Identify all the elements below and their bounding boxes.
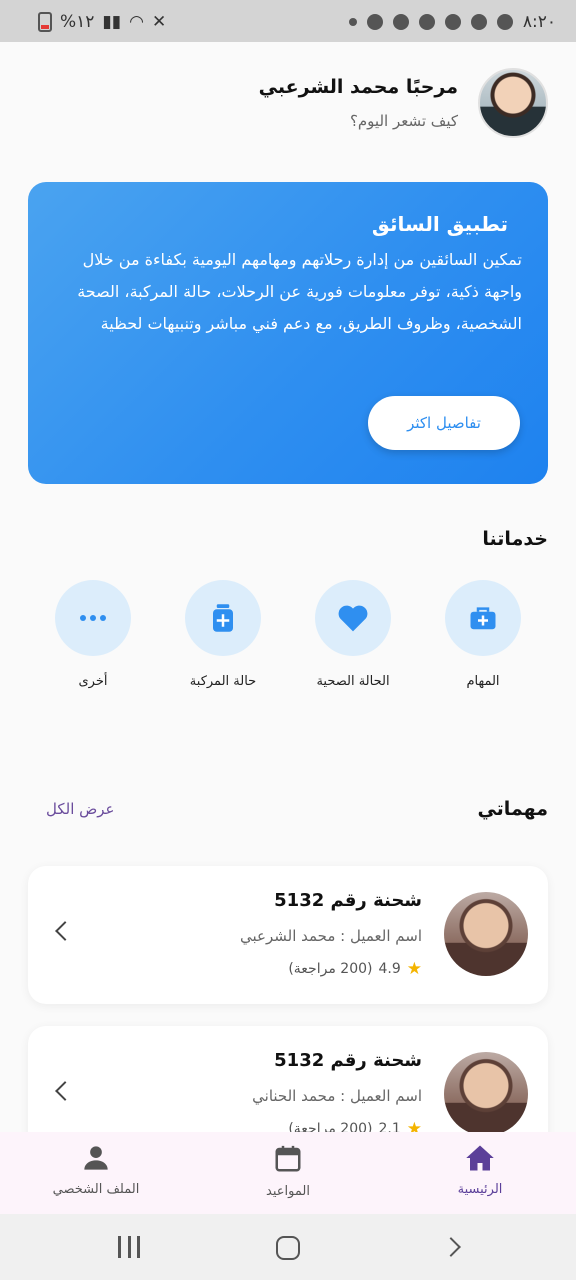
task-client: اسم العميل : محمد الحناني <box>252 1087 422 1105</box>
status-right: ٨:٢٠ <box>348 12 556 32</box>
nav-appointments-label: المواعيد <box>266 1184 310 1199</box>
notification-dot-icon <box>348 18 357 26</box>
more-details-button[interactable]: تفاصيل اكثر <box>368 396 520 450</box>
heart-icon <box>338 605 368 632</box>
service-other-circle <box>55 580 131 656</box>
status-bar: %١٢ ▮▮ ◠ ✕ ٨:٢٠ <box>0 0 576 42</box>
service-other-label: أخرى <box>78 674 108 689</box>
client-avatar <box>444 892 528 976</box>
facebook-icon <box>366 14 383 30</box>
greeting-subtitle: كيف تشعر اليوم؟ <box>349 112 458 130</box>
chevron-left-icon[interactable] <box>55 921 75 941</box>
banner-title: تطبيق السائق <box>371 212 508 236</box>
task-title: شحنة رقم 5132 <box>274 890 422 911</box>
task-card-body: شحنة رقم 5132 اسم العميل : محمد الشرعبي … <box>240 890 422 979</box>
nav-home[interactable]: الرئيسية <box>410 1144 550 1197</box>
nav-appointments[interactable]: المواعيد <box>218 1144 358 1199</box>
see-all-link[interactable]: عرض الكل <box>46 800 115 818</box>
clock: ٨:٢٠ <box>522 12 556 32</box>
service-tasks-label: المهام <box>466 674 500 689</box>
service-health-label: الحالة الصحية <box>316 674 390 689</box>
user-avatar[interactable] <box>478 68 548 138</box>
alert-icon <box>418 14 435 30</box>
nav-profile-label: الملف الشخصي <box>52 1182 140 1197</box>
greeting-title: مرحبًا محمد الشرعبي <box>258 76 458 98</box>
mute-icon: ✕ <box>151 12 167 32</box>
back-icon[interactable] <box>441 1237 461 1257</box>
task-rating: ★ 4.9 (200 مراجعة) <box>240 959 422 979</box>
task-card[interactable]: شحنة رقم 5132 اسم العميل : محمد الشرعبي … <box>28 866 548 1004</box>
nav-profile[interactable]: الملف الشخصي <box>26 1144 166 1197</box>
rating-value: 4.9 <box>378 961 401 977</box>
tasks-title: مهماتي <box>477 798 548 820</box>
wifi-icon: ◠ <box>129 12 144 32</box>
signal-icon: ▮▮ <box>102 12 122 32</box>
home-button-icon[interactable] <box>276 1236 300 1260</box>
service-vehicle-label: حالة المركبة <box>189 674 257 689</box>
task-client: اسم العميل : محمد الشرعبي <box>239 927 422 945</box>
service-health[interactable]: الحالة الصحية <box>288 580 418 689</box>
task-card-body: شحنة رقم 5132 اسم العميل : محمد الحناني … <box>252 1050 422 1139</box>
medical-kit-icon <box>213 604 233 632</box>
recent-apps-icon[interactable] <box>118 1236 140 1258</box>
calendar-icon <box>275 1145 301 1172</box>
service-vehicle-circle <box>185 580 261 656</box>
service-tasks[interactable]: المهام <box>418 580 548 689</box>
person-icon <box>84 1146 108 1170</box>
chevron-left-icon[interactable] <box>55 1081 75 1101</box>
whatsapp-icon <box>444 14 461 30</box>
rating-reviews: (200 مراجعة) <box>288 961 373 977</box>
greeting-header: مرحبًا محمد الشرعبي كيف تشعر اليوم؟ <box>259 68 548 138</box>
client-avatar <box>444 1052 528 1136</box>
service-health-circle <box>315 580 391 656</box>
status-left: %١٢ ▮▮ ◠ ✕ <box>38 12 166 32</box>
service-other[interactable]: أخرى <box>28 580 158 689</box>
banner-description: تمكين السائقين من إدارة رحلاتهم ومهامهم … <box>77 250 522 333</box>
bottom-navigation: الرئيسية المواعيد الملف الشخصي <box>0 1132 576 1214</box>
battery-icon <box>38 12 52 32</box>
star-icon: ★ <box>406 959 422 979</box>
chat-icon <box>470 14 487 30</box>
home-icon <box>466 1145 494 1171</box>
telegram-icon-2 <box>496 14 513 30</box>
service-tasks-circle <box>445 580 521 656</box>
battery-level: %١٢ <box>60 12 95 32</box>
service-vehicle[interactable]: حالة المركبة <box>158 580 288 689</box>
more-dots-icon <box>80 615 106 621</box>
telegram-icon <box>392 14 409 30</box>
services-title: خدماتنا <box>482 528 548 550</box>
greeting-block: مرحبًا محمد الشرعبي كيف تشعر اليوم؟ <box>259 76 458 130</box>
promo-banner: تطبيق السائق تمكين السائقين من إدارة رحل… <box>28 182 548 484</box>
system-navigation <box>0 1214 576 1280</box>
briefcase-medical-icon <box>470 607 496 630</box>
task-title: شحنة رقم 5132 <box>274 1050 422 1071</box>
nav-home-label: الرئيسية <box>457 1182 503 1197</box>
